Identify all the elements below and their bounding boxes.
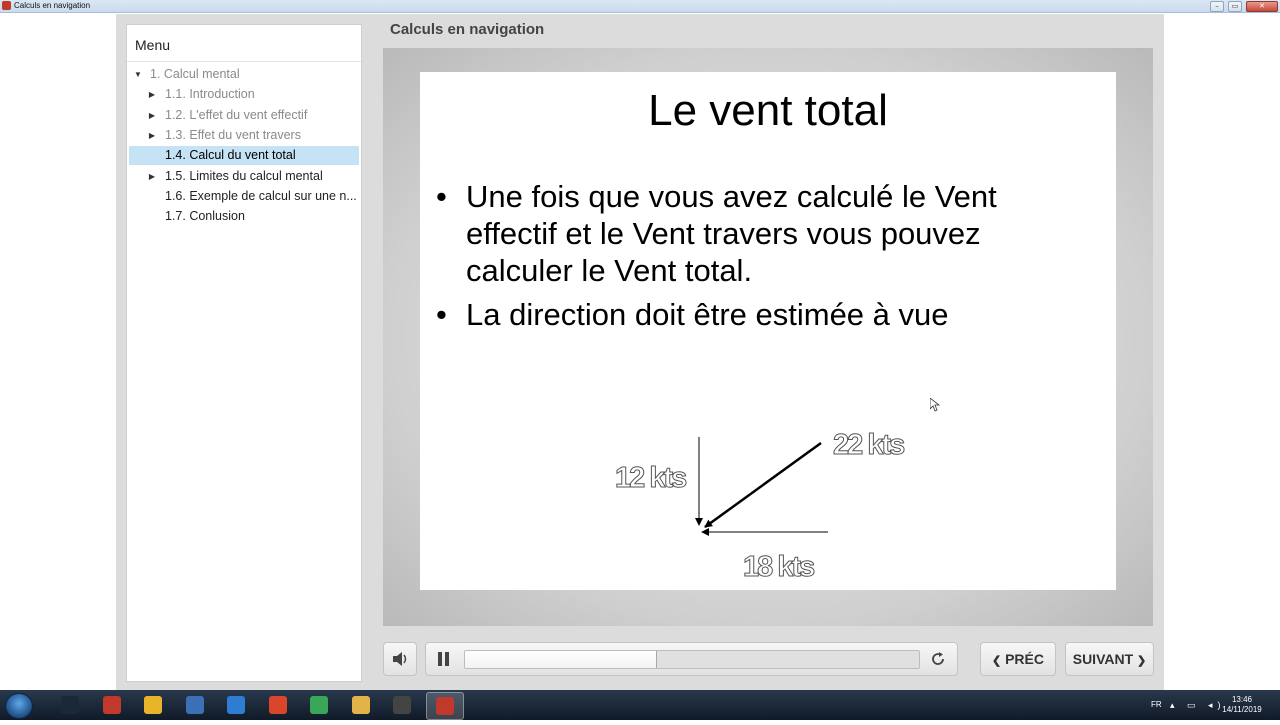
- prev-label: PRÉC: [1005, 651, 1044, 667]
- taskbar-app[interactable]: [218, 692, 254, 718]
- menu-item[interactable]: ▶ 1.5. Limites du calcul mental: [129, 167, 359, 186]
- menu-sidebar: Menu ▼ 1. Calcul mental ▶ 1.1. Introduction…: [126, 24, 362, 682]
- menu-item-label: 1.7. Conlusion: [165, 209, 245, 224]
- menu-item-label: 1.4. Calcul du vent total: [165, 148, 296, 163]
- minimize-button[interactable]: –: [1210, 1, 1224, 12]
- messenger-icon: [227, 696, 245, 714]
- menu-item[interactable]: ▼ 1. Calcul mental: [129, 65, 359, 84]
- taskbar-app[interactable]: [260, 692, 296, 718]
- folder-icon: [351, 696, 370, 714]
- prev-button[interactable]: ❮ PRÉC: [980, 642, 1056, 676]
- slide-stage: Le vent total • Une fois que vous avez c…: [383, 48, 1153, 626]
- clock-time: 13:46: [1231, 695, 1253, 704]
- label-12kts: 12 kts: [615, 462, 686, 494]
- chrome-icon: [144, 696, 162, 714]
- pause-icon[interactable]: [434, 650, 452, 668]
- app-icon: [2, 1, 11, 10]
- menu-item-label: 1.5. Limites du calcul mental: [165, 168, 323, 183]
- course-player: Menu ▼ 1. Calcul mental ▶ 1.1. Introduction…: [116, 14, 1164, 690]
- menu-item-label: 1. Calcul mental: [150, 67, 240, 81]
- slide-title: Le vent total: [648, 86, 888, 135]
- editor-icon: [185, 696, 204, 714]
- taskbar-app[interactable]: [384, 692, 420, 718]
- course-title: Calculs en navigation: [390, 21, 545, 38]
- caret-right-icon[interactable]: ▶: [147, 85, 157, 104]
- maximize-button[interactable]: ▭: [1228, 1, 1242, 12]
- resultant-vector: [704, 441, 822, 529]
- mouse-cursor-icon: [930, 398, 940, 412]
- menu-item-label: 1.2. L'effet du vent effectif: [165, 107, 308, 122]
- slide-bullet: • Une fois que vous avez calculé le Vent…: [436, 178, 1086, 289]
- taskbar-app[interactable]: [425, 692, 464, 720]
- taskbar-app[interactable]: [343, 692, 379, 718]
- articulate-icon: [102, 696, 121, 714]
- clock[interactable]: 13:46 14/11/2019: [1218, 695, 1266, 725]
- taskbar-app[interactable]: [177, 692, 213, 718]
- taskbar: FR ▴ ▭ ◂) 13:46 14/11/2019: [0, 690, 1280, 720]
- chevron-right-icon: ❯: [1137, 655, 1147, 667]
- menu-item-label: 1.6. Exemple de calcul sur une n...: [165, 188, 357, 203]
- replay-icon[interactable]: [929, 650, 947, 668]
- menu-divider: [127, 61, 361, 62]
- bullet-text: Une fois que vous avez calculé le Vent e…: [466, 179, 997, 288]
- caret-right-icon[interactable]: ▶: [147, 126, 157, 145]
- next-label: SUIVANT: [1072, 651, 1134, 667]
- slide-bullet: • La direction doit être estimée à vue: [436, 296, 1086, 333]
- progress-fill: [465, 651, 657, 668]
- window-title: Calculs en navigation: [14, 1, 91, 10]
- progress-bar[interactable]: [464, 650, 920, 669]
- label-18kts: 18 kts: [743, 551, 814, 583]
- menu-item[interactable]: ▶ 1.3. Effet du vent travers: [129, 126, 359, 145]
- playback-bar: [425, 642, 958, 676]
- close-button[interactable]: ✕: [1246, 1, 1278, 12]
- taskbar-app[interactable]: [301, 692, 337, 718]
- slide: Le vent total • Une fois que vous avez c…: [420, 72, 1116, 590]
- bullet-text: La direction doit être estimée à vue: [466, 297, 949, 332]
- caret-down-icon[interactable]: ▼: [133, 65, 143, 84]
- obs-icon: [393, 696, 411, 714]
- menu-item-label: 1.3. Effet du vent travers: [165, 127, 301, 142]
- menu-item[interactable]: 1.7. Conlusion: [129, 207, 359, 226]
- taskbar-app[interactable]: [52, 692, 88, 718]
- steam-icon: [61, 696, 79, 714]
- bullet-dot: •: [436, 297, 447, 332]
- menu-item[interactable]: ▶ 1.1. Introduction: [129, 85, 359, 104]
- menu-item[interactable]: 1.4. Calcul du vent total: [129, 146, 359, 166]
- taskbar-app[interactable]: [94, 692, 130, 718]
- bullet-dot: •: [436, 179, 447, 214]
- language-indicator[interactable]: FR: [1151, 690, 1162, 720]
- articulate-active-icon: [435, 697, 454, 715]
- chevron-left-icon: ❮: [991, 655, 1002, 667]
- window-titlebar: Calculs en navigation – ▭ ✕: [0, 0, 1280, 13]
- menu-item-label: 1.1. Introduction: [165, 87, 255, 102]
- caret-right-icon[interactable]: ▶: [147, 106, 157, 125]
- clock-date: 14/11/2019: [1222, 705, 1262, 714]
- taskbar-app[interactable]: [135, 692, 171, 718]
- start-button[interactable]: [5, 693, 33, 719]
- label-22kts: 22 kts: [833, 429, 904, 461]
- menu-title: Menu: [135, 37, 171, 53]
- volume-button[interactable]: [383, 642, 417, 676]
- next-button[interactable]: SUIVANT ❯: [1065, 642, 1154, 676]
- ccleaner-icon: [268, 696, 287, 714]
- menu-item[interactable]: 1.6. Exemple de calcul sur une n...: [129, 187, 359, 206]
- wind-vector-diagram: 12 kts 22 kts 18 kts: [615, 429, 907, 584]
- menu-item[interactable]: ▶ 1.2. L'effet du vent effectif: [129, 106, 359, 125]
- caret-right-icon[interactable]: ▶: [147, 167, 157, 186]
- utility-icon: [310, 696, 328, 714]
- speaker-icon: [393, 652, 407, 666]
